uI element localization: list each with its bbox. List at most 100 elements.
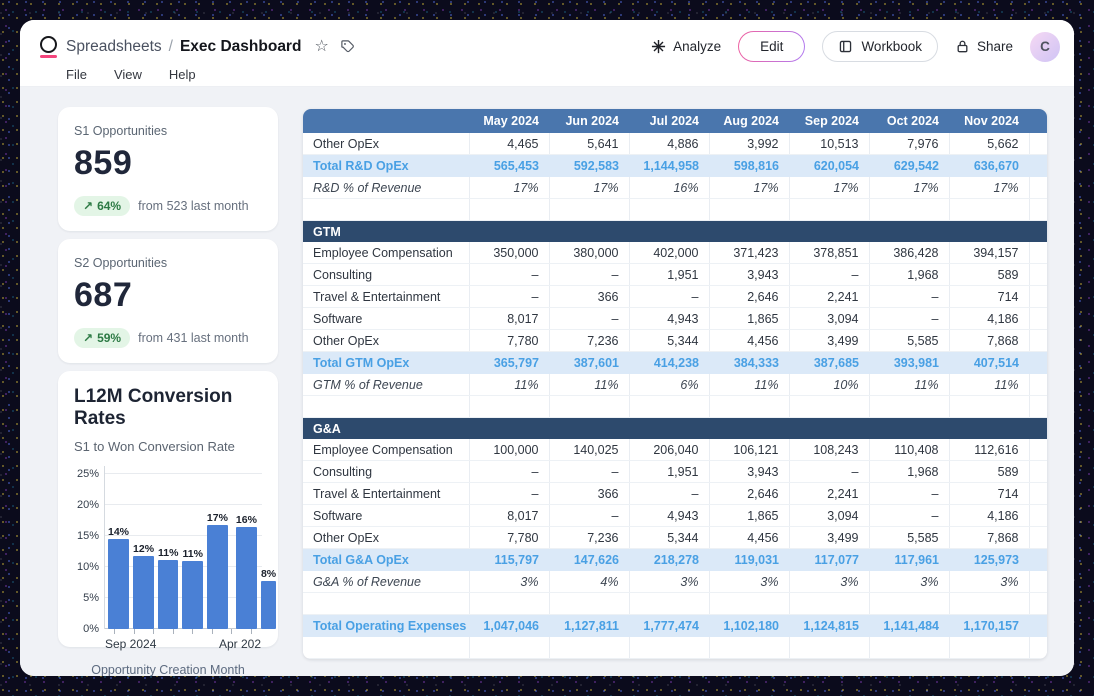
cell[interactable]: 565,453 [469, 155, 549, 177]
cell[interactable] [303, 593, 469, 615]
cell[interactable]: 3,094 [789, 505, 869, 527]
cell[interactable] [469, 199, 549, 221]
workbook-button[interactable]: Workbook [822, 31, 938, 62]
cell-partial[interactable] [1029, 549, 1047, 571]
cell[interactable]: 378,851 [789, 242, 869, 264]
cell[interactable]: 11% [709, 374, 789, 396]
cell[interactable]: 592,583 [549, 155, 629, 177]
cell[interactable] [709, 396, 789, 418]
favorite-star-icon[interactable]: ☆ [314, 39, 328, 55]
breadcrumb-app-link[interactable]: Spreadsheets [66, 38, 162, 56]
cell[interactable]: 8,017 [469, 505, 549, 527]
row-label-cell[interactable]: Consulting [303, 264, 469, 286]
row-label-cell[interactable]: Consulting [303, 461, 469, 483]
column-header[interactable]: May 2024 [469, 109, 549, 133]
cell[interactable]: 100,000 [469, 439, 549, 461]
cell[interactable]: 366 [549, 483, 629, 505]
analyze-button[interactable]: Analyze [651, 39, 721, 54]
cell[interactable]: 17% [469, 177, 549, 199]
cell[interactable]: 5,344 [629, 330, 709, 352]
cell[interactable]: 8,017 [469, 308, 549, 330]
row-label-column-header[interactable] [303, 109, 469, 133]
cell[interactable]: 5,585 [869, 527, 949, 549]
edit-button[interactable]: Edit [738, 31, 805, 62]
cell[interactable] [469, 593, 549, 615]
bar[interactable] [182, 561, 202, 629]
cell[interactable] [789, 637, 869, 659]
cell[interactable]: 4,456 [709, 527, 789, 549]
cell[interactable]: 384,333 [709, 352, 789, 374]
cell[interactable]: – [469, 286, 549, 308]
cell[interactable]: 407,514 [949, 352, 1029, 374]
cell[interactable] [789, 593, 869, 615]
cell[interactable]: 1,777,474 [629, 615, 709, 637]
bar[interactable] [133, 556, 154, 629]
cell-partial[interactable] [1029, 571, 1047, 593]
cell[interactable] [869, 396, 949, 418]
share-button[interactable]: Share [955, 39, 1013, 54]
cell[interactable]: – [789, 461, 869, 483]
cell[interactable]: 1,102,180 [709, 615, 789, 637]
cell-partial[interactable] [1029, 615, 1047, 637]
cell[interactable]: 7,236 [549, 330, 629, 352]
cell[interactable] [1029, 199, 1047, 221]
cell[interactable]: 7,868 [949, 330, 1029, 352]
cell[interactable]: – [789, 264, 869, 286]
cell[interactable]: 414,238 [629, 352, 709, 374]
cell[interactable]: 7,780 [469, 330, 549, 352]
cell[interactable]: 7,868 [949, 527, 1029, 549]
bar[interactable] [158, 560, 178, 629]
cell[interactable]: 110,408 [869, 439, 949, 461]
cell[interactable]: 1,951 [629, 264, 709, 286]
cell[interactable] [709, 637, 789, 659]
cell[interactable]: 387,601 [549, 352, 629, 374]
cell[interactable] [949, 396, 1029, 418]
cell[interactable] [1029, 593, 1047, 615]
row-label-cell[interactable]: G&A % of Revenue [303, 571, 469, 593]
cell[interactable] [709, 593, 789, 615]
cell[interactable] [949, 593, 1029, 615]
cell-partial[interactable] [1029, 483, 1047, 505]
cell[interactable] [629, 593, 709, 615]
cell[interactable]: 714 [949, 483, 1029, 505]
cell[interactable] [1029, 396, 1047, 418]
cell[interactable]: 17% [709, 177, 789, 199]
cell[interactable]: 3% [469, 571, 549, 593]
cell[interactable]: 1,144,958 [629, 155, 709, 177]
cell-partial[interactable] [1029, 133, 1047, 155]
cell-partial[interactable] [1029, 505, 1047, 527]
column-header[interactable]: Aug 2024 [709, 109, 789, 133]
cell[interactable]: 636,670 [949, 155, 1029, 177]
cell[interactable]: 3% [709, 571, 789, 593]
cell[interactable]: 4,456 [709, 330, 789, 352]
cell[interactable]: 387,685 [789, 352, 869, 374]
cell[interactable]: 117,961 [869, 549, 949, 571]
row-label-cell[interactable]: Total Operating Expenses [303, 615, 469, 637]
cell[interactable] [629, 199, 709, 221]
cell[interactable]: 3,094 [789, 308, 869, 330]
cell[interactable]: 365,797 [469, 352, 549, 374]
cell-partial[interactable] [1029, 155, 1047, 177]
row-label-cell[interactable]: Other OpEx [303, 330, 469, 352]
cell[interactable]: 7,236 [549, 527, 629, 549]
cell[interactable]: 350,000 [469, 242, 549, 264]
cell[interactable]: 1,951 [629, 461, 709, 483]
cell[interactable] [869, 593, 949, 615]
cell[interactable]: 1,968 [869, 461, 949, 483]
menu-item-file[interactable]: File [66, 67, 87, 82]
row-label-cell[interactable]: Other OpEx [303, 133, 469, 155]
row-label-cell[interactable]: Travel & Entertainment [303, 286, 469, 308]
cell[interactable]: 6% [629, 374, 709, 396]
cell[interactable]: 366 [549, 286, 629, 308]
cell[interactable] [709, 199, 789, 221]
cell[interactable]: – [869, 483, 949, 505]
row-label-cell[interactable]: Software [303, 505, 469, 527]
row-label-cell[interactable]: Employee Compensation [303, 242, 469, 264]
row-label-cell[interactable]: Total R&D OpEx [303, 155, 469, 177]
cell[interactable]: 620,054 [789, 155, 869, 177]
cell[interactable]: 4,886 [629, 133, 709, 155]
cell[interactable]: – [629, 286, 709, 308]
cell[interactable]: 5,585 [869, 330, 949, 352]
cell[interactable]: 2,241 [789, 286, 869, 308]
cell[interactable]: 1,865 [709, 308, 789, 330]
